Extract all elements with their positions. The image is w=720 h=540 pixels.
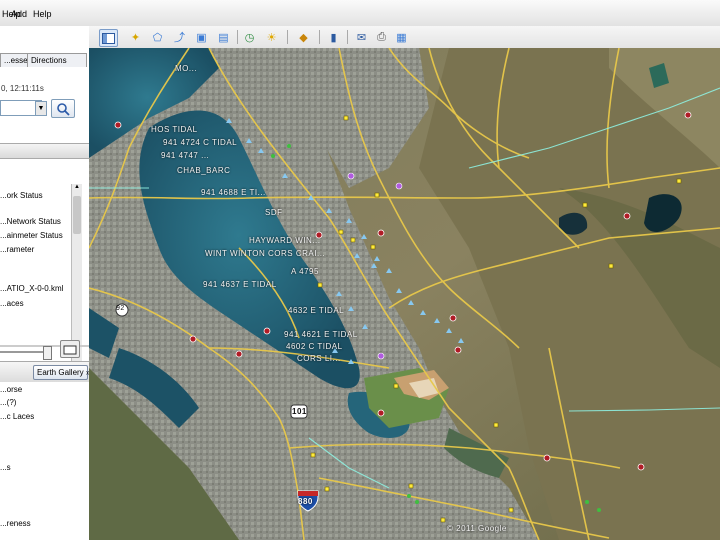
map-label: CORS LI...	[297, 354, 341, 363]
places-header[interactable]	[0, 143, 89, 159]
map-label: CHAB_BARC	[177, 166, 231, 175]
list-item[interactable]: ...ATIO_X-0-0.kml	[0, 284, 63, 293]
magnifier-icon	[57, 103, 70, 116]
layer-item[interactable]: ...s	[0, 463, 11, 472]
search-tabs: ...esses Directions	[0, 53, 89, 67]
print-button[interactable]: ⎙	[373, 29, 390, 45]
map-label: SDF	[265, 208, 283, 217]
add-overlay-button[interactable]: ▣	[193, 29, 210, 45]
toolbar-separator	[237, 30, 238, 44]
ruler-icon: ▮	[330, 31, 337, 44]
add-placemark-button[interactable]: ✦	[127, 29, 144, 45]
map-label: 941 4688 E TI...	[201, 188, 266, 197]
toolbar-separator	[347, 30, 348, 44]
left-panel: ...esses Directions 0, 12:11:11s ▼ ...or…	[0, 26, 90, 540]
sidebar-toggle-button[interactable]	[99, 29, 118, 47]
layer-item[interactable]: ...c Laces	[0, 412, 34, 421]
tour-icon: ▤	[218, 31, 229, 44]
sunlight-icon: ☀	[266, 31, 277, 44]
map-view[interactable]: 92 101 880 MO... HOS TIDAL 941 4724 C TI…	[89, 48, 720, 540]
toolbar-separator	[319, 30, 320, 44]
tab-directions[interactable]: Directions	[27, 53, 87, 67]
menu-bar: Help Add Help	[0, 0, 720, 27]
scroll-thumb[interactable]	[73, 196, 81, 234]
search-dropdown-button[interactable]: ▼	[35, 101, 47, 116]
slider-handle[interactable]	[43, 346, 52, 360]
menu-add[interactable]: Add	[11, 9, 27, 19]
historical-imagery-button[interactable]: ◷	[241, 29, 258, 45]
list-item[interactable]: ...rameter	[0, 245, 34, 254]
interstate-880-label: 880	[298, 497, 313, 506]
map-label: HOS TIDAL	[151, 125, 198, 134]
print-icon: ⎙	[377, 30, 386, 43]
record-tour-button[interactable]: ▤	[215, 29, 232, 45]
view-in-maps-button[interactable]: ▦	[393, 29, 410, 45]
placemark-icon: ✦	[130, 31, 141, 44]
add-path-button[interactable]: ⤴	[171, 29, 188, 45]
sunlight-button[interactable]: ☀	[263, 29, 280, 45]
layer-item[interactable]: ...(?)	[0, 398, 16, 407]
places-scrollbar[interactable]: ▲ ▼	[71, 184, 82, 362]
search-button[interactable]	[51, 99, 75, 118]
menu-help-2[interactable]: Help	[33, 9, 52, 19]
layer-item[interactable]: ...reness	[0, 519, 31, 528]
list-item[interactable]: ...aces	[0, 299, 24, 308]
highway-92-label: 92	[116, 305, 125, 312]
scroll-up-arrow-icon[interactable]: ▲	[72, 184, 82, 194]
path-icon: ⤴	[174, 32, 185, 44]
map-label: 941 4747 ...	[161, 151, 210, 160]
map-label: 4602 C TIDAL	[286, 342, 343, 351]
toolbar: ✦ ⬠ ⤴ ▣ ▤ ◷ ☀ ◆ ▮ ✉ ⎙ ▦	[89, 26, 720, 49]
map-label: 941 4724 C TIDAL	[163, 138, 238, 147]
add-polygon-button[interactable]: ⬠	[149, 29, 166, 45]
ruler-button[interactable]: ▮	[325, 29, 342, 45]
planets-icon: ◆	[299, 31, 308, 44]
overlay-icon: ▣	[196, 31, 207, 44]
historical-imagery-icon: ◷	[244, 31, 255, 44]
email-icon: ✉	[356, 31, 367, 44]
map-label: MO...	[175, 64, 198, 73]
layer-item[interactable]: ...orse	[0, 385, 22, 394]
highway-101-label: 101	[292, 407, 307, 416]
search-row: ▼	[0, 99, 89, 120]
map-label: HAYWARD WIN...	[249, 236, 321, 245]
map-label: 941 4637 E TIDAL	[203, 280, 277, 289]
tab-search[interactable]: ...esses	[0, 53, 28, 67]
satellite-imagery	[89, 48, 720, 540]
list-item[interactable]: ...ork Status	[0, 191, 43, 200]
map-label: 941 4621 E TIDAL	[284, 330, 358, 339]
toolbar-separator	[287, 30, 288, 44]
opacity-slider[interactable]	[0, 346, 56, 360]
layers-header: Earth Gallery »	[0, 361, 89, 382]
map-label: 4632 E TIDAL	[288, 306, 345, 315]
earth-gallery-button[interactable]: Earth Gallery »	[33, 365, 89, 380]
list-item[interactable]: ...Network Status	[0, 217, 61, 226]
sidebar-icon	[102, 32, 115, 44]
map-label: A 4795	[291, 267, 319, 276]
planets-button[interactable]: ◆	[295, 29, 312, 45]
email-button[interactable]: ✉	[353, 29, 370, 45]
coords-hint: 0, 12:11:11s	[1, 84, 44, 93]
folder-icon	[63, 345, 77, 355]
list-item[interactable]: ...ainmeter Status	[0, 231, 63, 240]
tour-folder-button[interactable]	[60, 340, 80, 358]
copyright-label: © 2011 Google	[447, 524, 507, 533]
polygon-icon: ⬠	[152, 31, 163, 44]
view-in-maps-icon: ▦	[396, 31, 407, 44]
map-label: WINT WINTON CORS CRAI...	[205, 249, 326, 258]
